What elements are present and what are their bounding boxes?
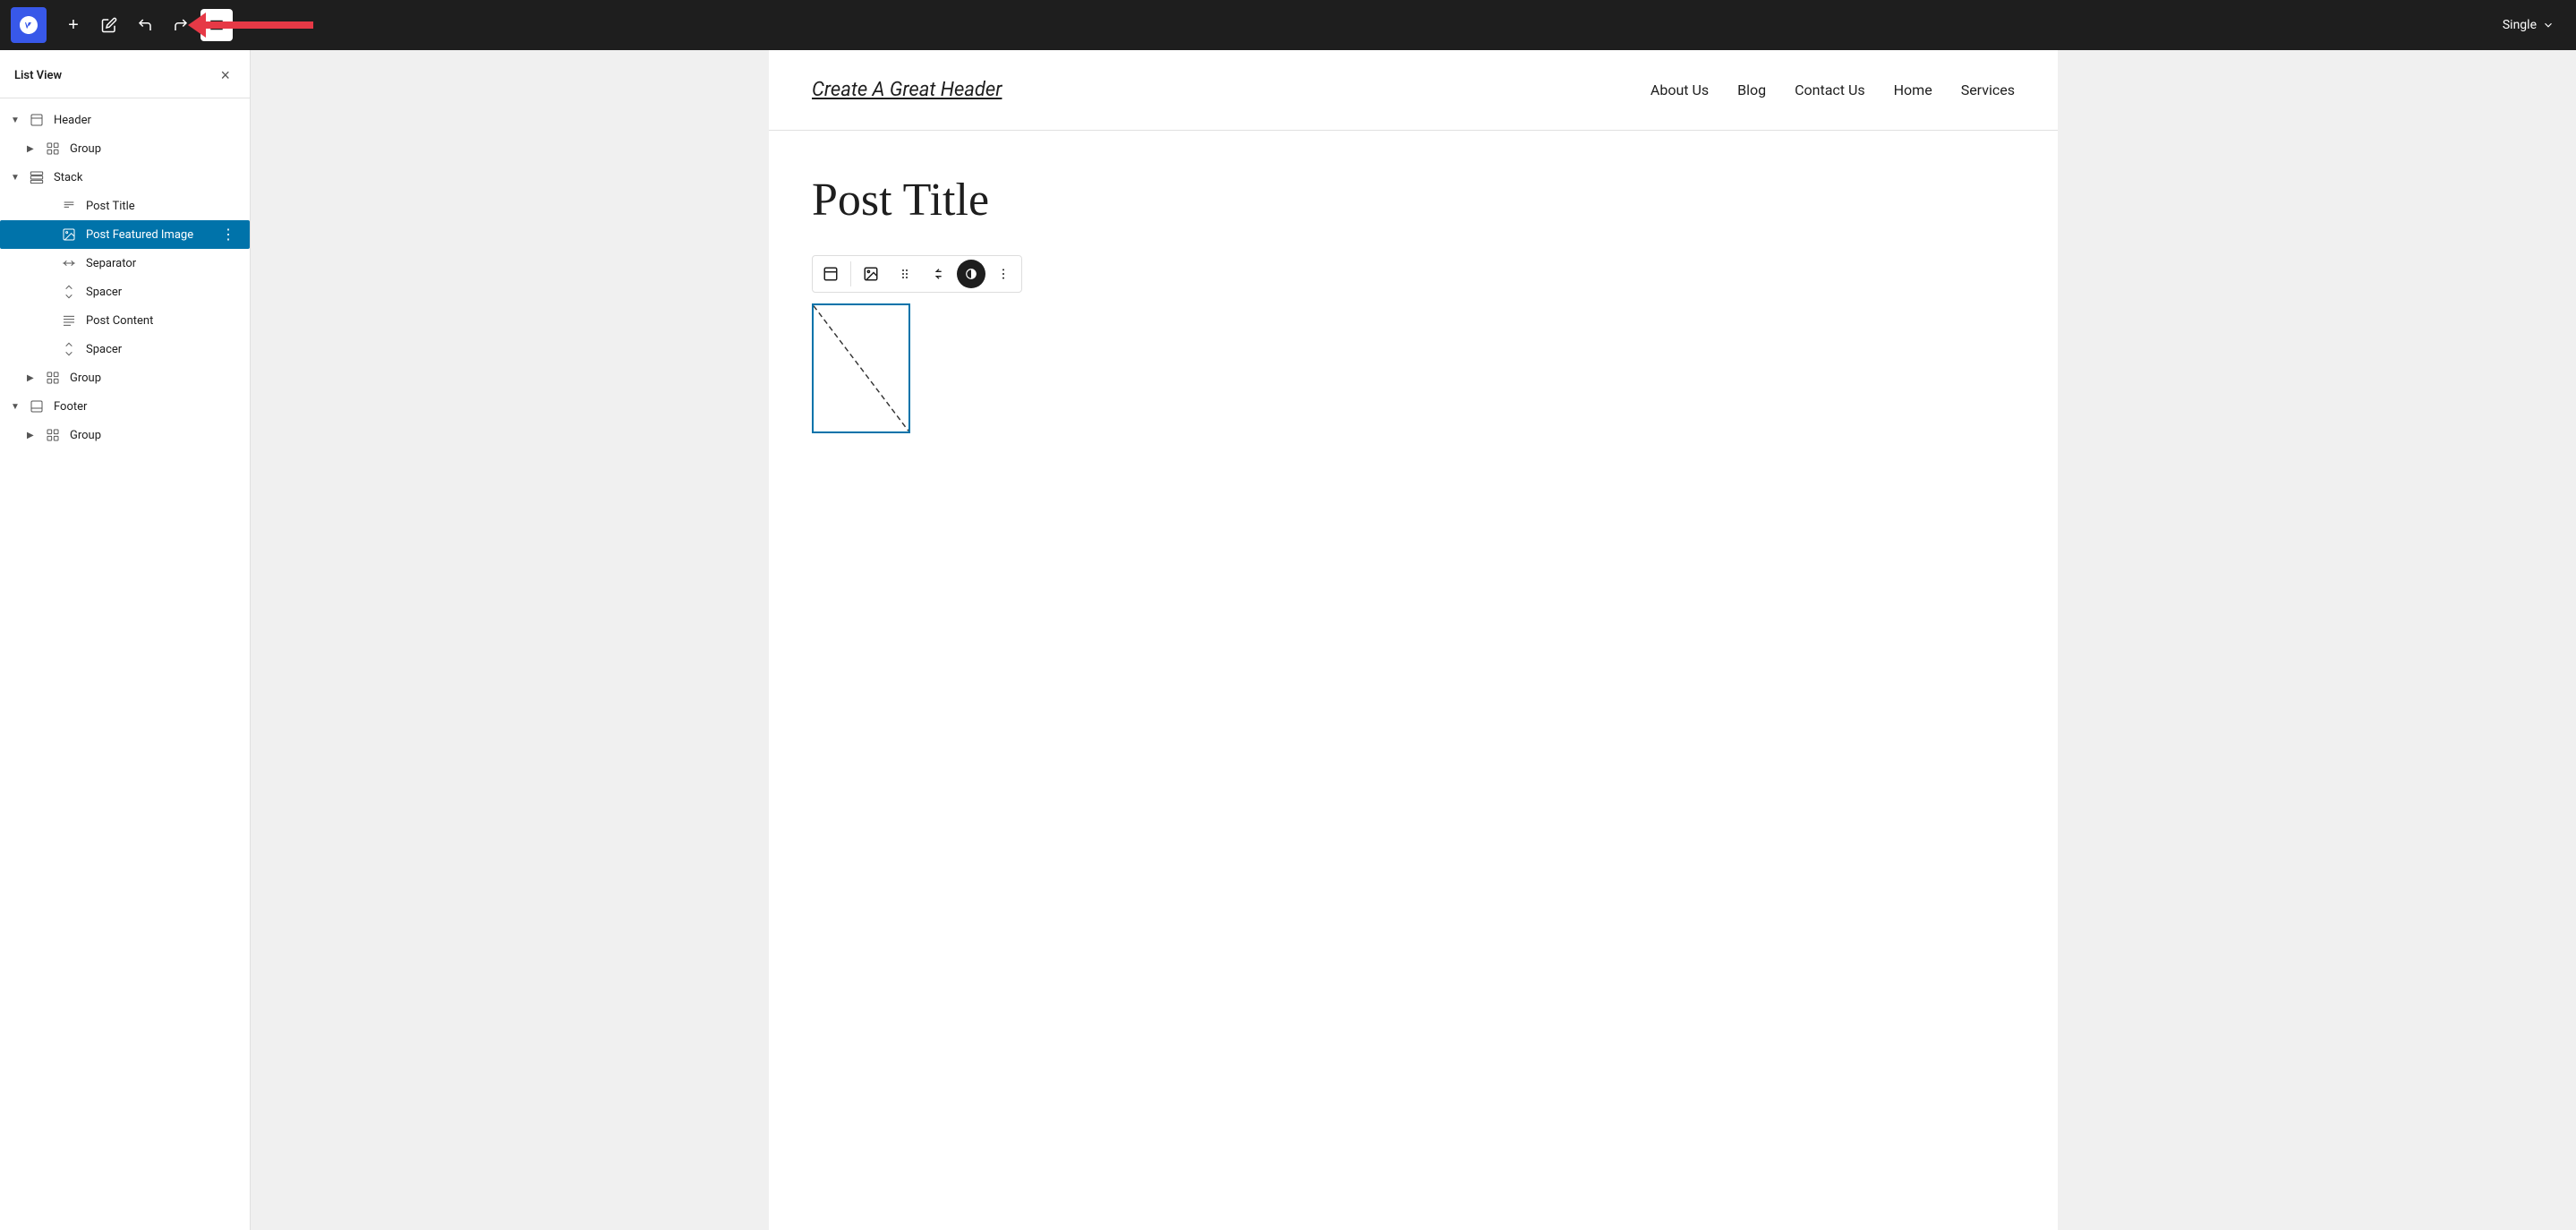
top-toolbar: + Single bbox=[0, 0, 2576, 50]
group-icon bbox=[43, 368, 63, 388]
arrows-icon bbox=[932, 267, 946, 281]
canvas-area: Create A Great Header About Us Blog Cont… bbox=[251, 50, 2576, 1230]
nav-item-contact[interactable]: Contact Us bbox=[1795, 81, 1865, 98]
canvas-header: Create A Great Header About Us Blog Cont… bbox=[769, 50, 2058, 131]
footer-label: Footer bbox=[54, 400, 239, 414]
nav-item-services[interactable]: Services bbox=[1961, 81, 2015, 98]
list-view-sidebar: List View × ▼ Header ▶ Group bbox=[0, 50, 251, 1230]
redo-icon bbox=[173, 17, 189, 33]
tree-item-separator[interactable]: Separator bbox=[0, 249, 250, 278]
tree-item-header[interactable]: ▼ Header bbox=[0, 106, 250, 134]
footer-icon bbox=[27, 397, 47, 416]
canvas-content: Post Title bbox=[769, 131, 2058, 462]
style-button[interactable] bbox=[957, 260, 985, 288]
group1-label: Group bbox=[70, 142, 239, 156]
block-type-icon bbox=[823, 266, 839, 282]
tree-item-stack[interactable]: ▼ Stack bbox=[0, 163, 250, 192]
tree-item-group1[interactable]: ▶ Group bbox=[0, 134, 250, 163]
separator-label: Separator bbox=[86, 257, 239, 270]
group-icon bbox=[43, 425, 63, 445]
sidebar-header: List View × bbox=[0, 50, 250, 98]
chevron-icon: ▶ bbox=[27, 431, 43, 440]
nav-item-home[interactable]: Home bbox=[1894, 81, 1932, 98]
image-block-button[interactable] bbox=[855, 258, 887, 290]
chevron-down-icon bbox=[2542, 19, 2555, 31]
spacer1-label: Spacer bbox=[86, 286, 239, 299]
stack-icon bbox=[27, 167, 47, 187]
tree-item-spacer1[interactable]: Spacer bbox=[0, 278, 250, 306]
spacer-icon bbox=[59, 339, 79, 359]
red-arrow-annotation bbox=[188, 13, 313, 38]
nav-item-about[interactable]: About Us bbox=[1651, 81, 1709, 98]
tree-item-post-featured-image[interactable]: Post Featured Image ⋮ bbox=[0, 220, 250, 249]
tree-item-spacer2[interactable]: Spacer bbox=[0, 335, 250, 363]
featured-image-placeholder[interactable] bbox=[812, 303, 910, 433]
tree-item-post-title[interactable]: Post Title bbox=[0, 192, 250, 220]
post-title-display: Post Title bbox=[812, 174, 2015, 226]
view-mode-dropdown[interactable]: Single bbox=[2492, 13, 2565, 38]
move-up-down-button[interactable] bbox=[923, 258, 955, 290]
wp-logo-icon bbox=[18, 14, 39, 36]
page-canvas: Create A Great Header About Us Blog Cont… bbox=[769, 50, 2058, 1230]
tree-item-post-content[interactable]: Post Content bbox=[0, 306, 250, 335]
toolbar-separator bbox=[850, 261, 851, 286]
layout-icon bbox=[27, 110, 47, 130]
tree-item-footer[interactable]: ▼ Footer bbox=[0, 392, 250, 421]
pencil-icon bbox=[101, 17, 117, 33]
block-type-button[interactable] bbox=[815, 258, 847, 290]
undo-button[interactable] bbox=[129, 9, 161, 41]
block-toolbar bbox=[812, 255, 1022, 293]
content-icon bbox=[59, 311, 79, 330]
chevron-icon: ▼ bbox=[11, 115, 27, 125]
group2-label: Group bbox=[70, 372, 239, 385]
tree-list: ▼ Header ▶ Group ▼ S bbox=[0, 98, 250, 1230]
image-icon bbox=[863, 266, 879, 282]
chevron-icon: ▼ bbox=[11, 173, 27, 183]
undo-icon bbox=[137, 17, 153, 33]
close-sidebar-button[interactable]: × bbox=[215, 64, 235, 87]
style-icon bbox=[965, 268, 977, 280]
separator-icon bbox=[59, 253, 79, 273]
wordpress-logo[interactable] bbox=[11, 7, 47, 43]
more-options-block-button[interactable] bbox=[987, 258, 1019, 290]
sidebar-title: List View bbox=[14, 69, 62, 82]
chevron-icon: ▶ bbox=[27, 144, 43, 154]
placeholder-diagonal bbox=[814, 305, 908, 431]
main-layout: List View × ▼ Header ▶ Group bbox=[0, 50, 2576, 1230]
more-options-button[interactable]: ⋮ bbox=[218, 226, 239, 243]
tree-item-group3[interactable]: ▶ Group bbox=[0, 421, 250, 449]
edit-button[interactable] bbox=[93, 9, 125, 41]
spacer-icon bbox=[59, 282, 79, 302]
add-block-button[interactable]: + bbox=[57, 9, 90, 41]
group-icon bbox=[43, 139, 63, 158]
chevron-icon: ▼ bbox=[11, 402, 27, 412]
post-title-label: Post Title bbox=[86, 200, 239, 213]
nav-item-blog[interactable]: Blog bbox=[1737, 81, 1766, 98]
site-title: Create A Great Header bbox=[812, 79, 1002, 101]
post-featured-image-label: Post Featured Image bbox=[86, 228, 218, 242]
header-label: Header bbox=[54, 114, 239, 127]
title-icon bbox=[59, 196, 79, 216]
post-content-label: Post Content bbox=[86, 314, 239, 328]
group3-label: Group bbox=[70, 429, 239, 442]
chevron-icon: ▶ bbox=[27, 373, 43, 383]
image-icon bbox=[59, 225, 79, 244]
drag-icon bbox=[898, 267, 912, 281]
tree-item-group2[interactable]: ▶ Group bbox=[0, 363, 250, 392]
nav-menu: About Us Blog Contact Us Home Services bbox=[1651, 81, 2015, 98]
more-icon bbox=[996, 267, 1011, 281]
drag-handle-button[interactable] bbox=[889, 258, 921, 290]
stack-label: Stack bbox=[54, 171, 239, 184]
spacer2-label: Spacer bbox=[86, 343, 239, 356]
